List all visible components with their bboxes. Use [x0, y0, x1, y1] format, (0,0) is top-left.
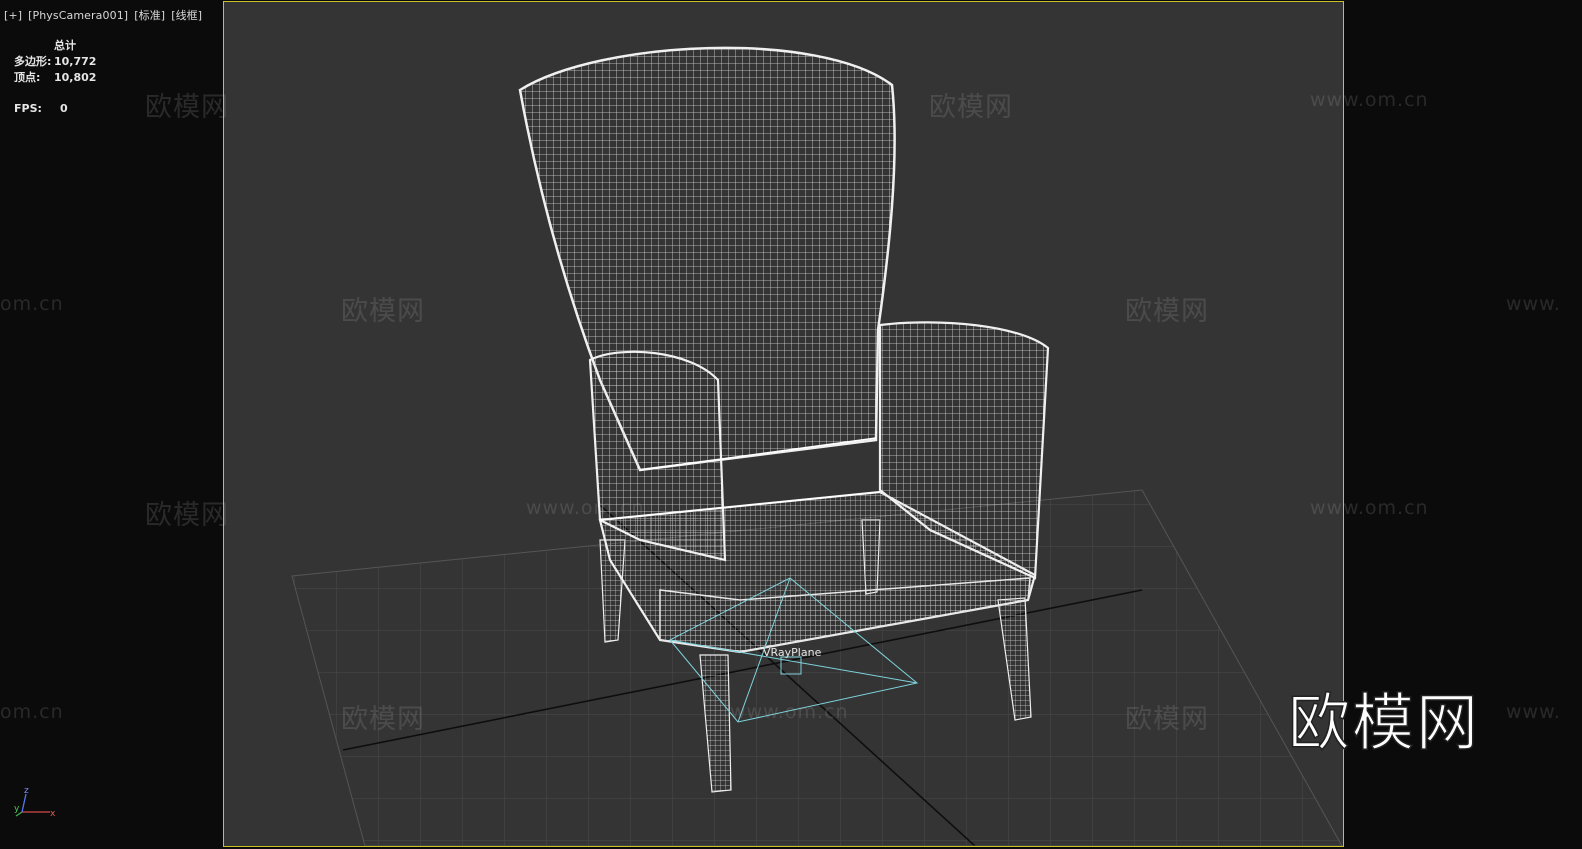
watermark-url: www.om.cn — [730, 701, 849, 723]
watermark-url: www.om.cn — [1310, 497, 1429, 519]
watermark-brand: 欧模网 — [929, 92, 1013, 123]
watermark-logo: 欧模网 — [1287, 685, 1481, 760]
watermark-brand: 欧模网 — [341, 704, 425, 735]
watermark-url: www.om.cn — [526, 497, 645, 519]
watermark-url: www. — [1506, 701, 1561, 723]
watermark-url: om.cn — [0, 293, 64, 315]
watermark-url: www. — [1506, 293, 1561, 315]
watermark-url: om.cn — [0, 701, 64, 723]
watermark-brand: 欧模网 — [341, 296, 425, 327]
axis-y-label: y — [14, 804, 20, 814]
vrayplane-label: VRayPlane — [763, 646, 822, 659]
watermark-url: www.om.cn — [1310, 89, 1429, 111]
watermark-brand: 欧模网 — [1125, 704, 1209, 735]
axis-x-label: x — [50, 809, 56, 819]
watermark-brand: 欧模网 — [145, 92, 229, 123]
watermark-brand: 欧模网 — [1125, 296, 1209, 327]
axis-tripod-icon: z x y — [14, 786, 56, 819]
watermark-brand: 欧模网 — [145, 500, 229, 531]
axis-z-label: z — [24, 786, 29, 796]
